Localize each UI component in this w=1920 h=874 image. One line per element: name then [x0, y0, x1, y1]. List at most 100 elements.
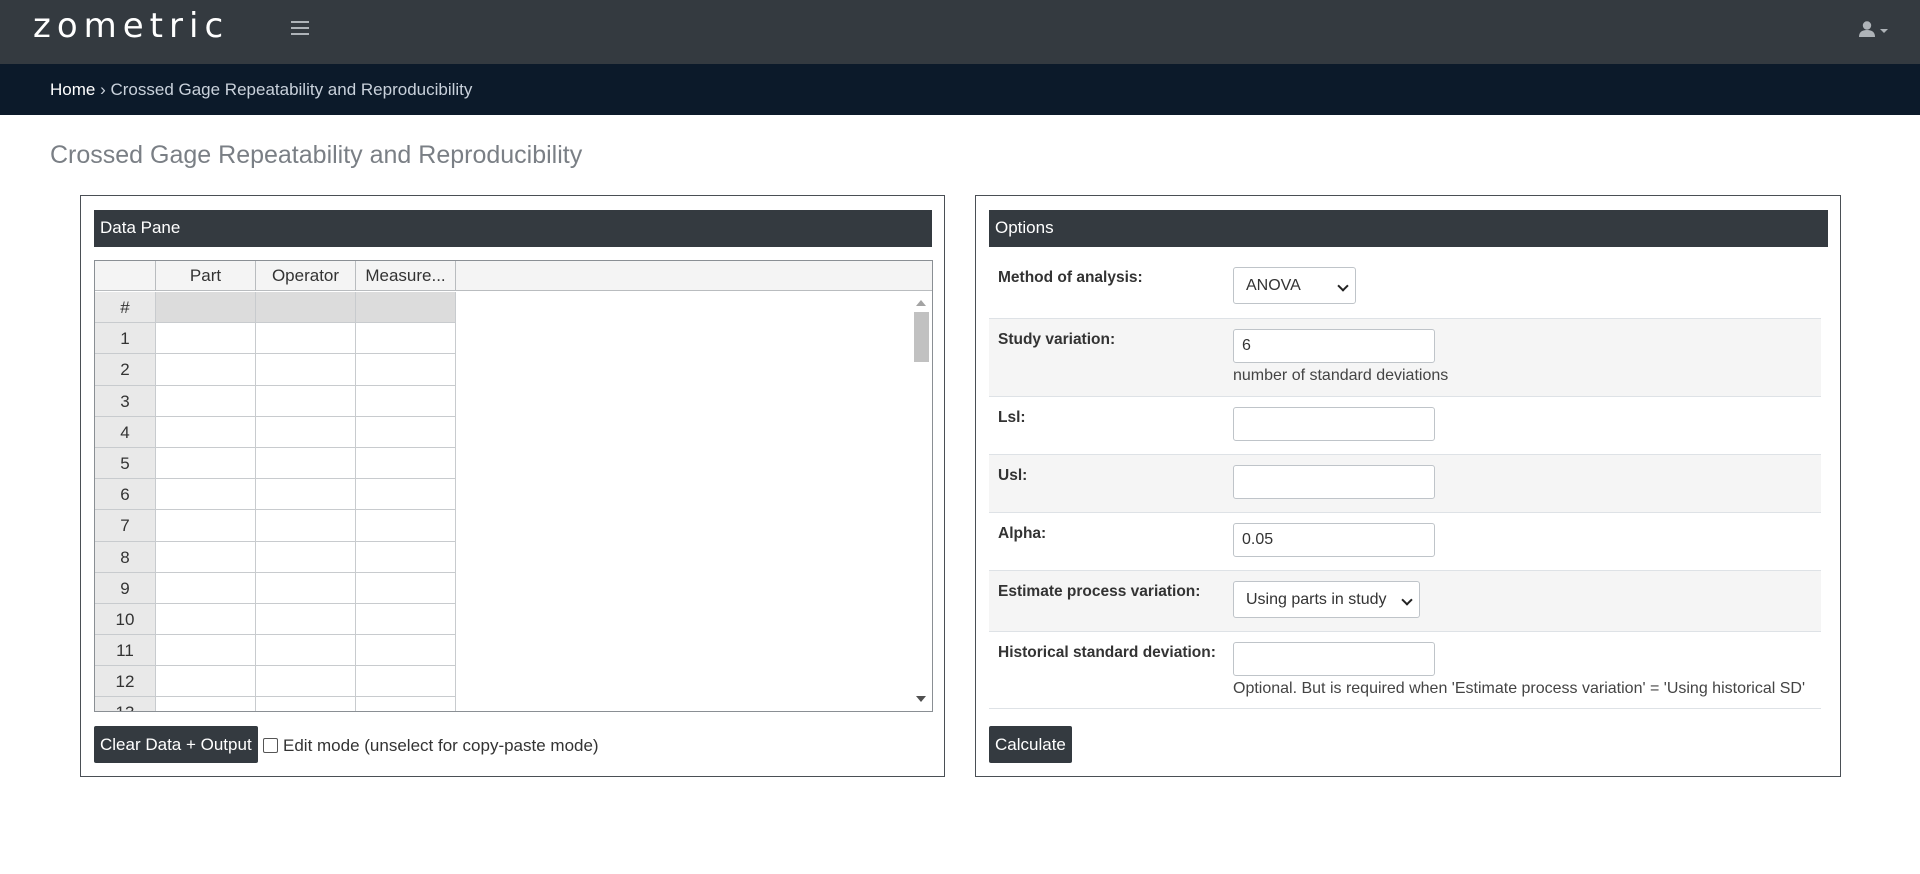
- study-variation-label: Study variation:: [998, 331, 1116, 348]
- option-lsl: Lsl:: [989, 396, 1821, 454]
- row-number[interactable]: 12: [95, 666, 156, 698]
- scroll-up-arrow-icon[interactable]: [916, 300, 926, 306]
- estimate-select[interactable]: Using parts in study: [1233, 581, 1420, 618]
- edit-mode-label: Edit mode (unselect for copy-paste mode): [283, 736, 599, 755]
- grid-cell[interactable]: [156, 697, 256, 711]
- grid-cell[interactable]: [256, 666, 356, 698]
- grid-cell[interactable]: [256, 354, 356, 386]
- grid-cell[interactable]: [356, 697, 456, 711]
- grid-cell[interactable]: [256, 416, 356, 448]
- grid-cell[interactable]: [356, 635, 456, 667]
- chevron-down-icon: [1401, 594, 1413, 606]
- grid-cell[interactable]: [156, 479, 256, 511]
- row-number[interactable]: 6: [95, 479, 156, 511]
- edit-mode-checkbox[interactable]: [263, 738, 278, 753]
- hamburger-menu-icon[interactable]: [291, 21, 309, 37]
- column-header-part[interactable]: Part: [156, 261, 256, 291]
- table-row: 10: [95, 603, 456, 636]
- grid-cell[interactable]: [256, 323, 356, 355]
- grid-cell[interactable]: [356, 416, 456, 448]
- grid-cell[interactable]: [356, 572, 456, 604]
- grid-cell[interactable]: [156, 666, 256, 698]
- row-number[interactable]: 7: [95, 510, 156, 542]
- scroll-thumb[interactable]: [914, 312, 929, 362]
- row-number[interactable]: 3: [95, 385, 156, 417]
- grid-cell[interactable]: [256, 447, 356, 480]
- row-number[interactable]: 13: [95, 697, 156, 711]
- grid-vertical-scrollbar[interactable]: [910, 292, 932, 711]
- grid-cell[interactable]: [156, 447, 256, 480]
- lsl-label: Lsl:: [998, 409, 1026, 426]
- grid-cell[interactable]: [356, 510, 456, 542]
- grid-cell[interactable]: [256, 541, 356, 573]
- row-number[interactable]: 9: [95, 572, 156, 604]
- calculate-button[interactable]: Calculate: [989, 726, 1072, 763]
- grid-cell[interactable]: [356, 479, 456, 511]
- table-row: 2: [95, 354, 456, 386]
- option-alpha: Alpha:: [989, 512, 1821, 570]
- grid-cell[interactable]: [256, 603, 356, 636]
- grid-cell[interactable]: [156, 541, 256, 573]
- chevron-down-icon: [1337, 280, 1349, 292]
- grid-rows: # 12345678910111213: [95, 292, 456, 711]
- grid-cell[interactable]: [356, 292, 456, 324]
- table-row: 4: [95, 416, 456, 448]
- table-row: 11: [95, 635, 456, 667]
- grid-corner[interactable]: [95, 261, 156, 291]
- top-navbar: zometric: [0, 0, 1920, 64]
- grid-cell[interactable]: [356, 666, 456, 698]
- grid-cell[interactable]: [156, 354, 256, 386]
- grid-cell[interactable]: [356, 323, 456, 355]
- table-row: 9: [95, 572, 456, 604]
- grid-cell[interactable]: [156, 572, 256, 604]
- row-number[interactable]: 10: [95, 603, 156, 636]
- estimate-select-value: Using parts in study: [1246, 591, 1387, 608]
- study-variation-input[interactable]: [1233, 329, 1435, 363]
- grid-cell[interactable]: [356, 447, 456, 480]
- usl-label: Usl:: [998, 467, 1028, 484]
- column-header-operator[interactable]: Operator: [256, 261, 356, 291]
- grid-cell[interactable]: [156, 635, 256, 667]
- alpha-label: Alpha:: [998, 525, 1047, 542]
- clear-data-button[interactable]: Clear Data + Output: [94, 726, 258, 763]
- grid-cell[interactable]: [156, 292, 256, 324]
- breadcrumb-home-link[interactable]: Home: [50, 80, 95, 99]
- alpha-input[interactable]: [1233, 523, 1435, 557]
- grid-cell[interactable]: [256, 572, 356, 604]
- grid-cell[interactable]: [356, 603, 456, 636]
- grid-cell[interactable]: [156, 510, 256, 542]
- row-number[interactable]: 1: [95, 323, 156, 355]
- user-icon: [1859, 21, 1888, 37]
- user-menu[interactable]: [1858, 20, 1892, 40]
- historical-input[interactable]: [1233, 642, 1435, 676]
- grid-cell[interactable]: [256, 510, 356, 542]
- row-number[interactable]: 5: [95, 447, 156, 480]
- estimate-label: Estimate process variation:: [998, 583, 1201, 600]
- logo[interactable]: zometric: [33, 6, 229, 46]
- grid-column-header-row: Part Operator Measure...: [95, 261, 932, 291]
- lsl-input[interactable]: [1233, 407, 1435, 441]
- grid-cell[interactable]: [156, 323, 256, 355]
- grid-cell[interactable]: [256, 292, 356, 324]
- grid-cell[interactable]: [356, 385, 456, 417]
- grid-cell[interactable]: [256, 385, 356, 417]
- edit-mode-toggle[interactable]: Edit mode (unselect for copy-paste mode): [263, 736, 599, 756]
- column-header-measurement[interactable]: Measure...: [356, 261, 456, 291]
- row-number[interactable]: 4: [95, 416, 156, 448]
- row-number[interactable]: 11: [95, 635, 156, 667]
- usl-input[interactable]: [1233, 465, 1435, 499]
- grid-cell[interactable]: [256, 635, 356, 667]
- scroll-down-arrow-icon[interactable]: [916, 696, 926, 702]
- grid-cell[interactable]: [156, 416, 256, 448]
- grid-cell[interactable]: [156, 603, 256, 636]
- method-select[interactable]: ANOVA: [1233, 267, 1356, 304]
- table-row: 3: [95, 385, 456, 417]
- grid-cell[interactable]: [356, 354, 456, 386]
- grid-cell[interactable]: [156, 385, 256, 417]
- grid-cell[interactable]: [356, 541, 456, 573]
- row-number[interactable]: 8: [95, 541, 156, 573]
- grid-cell[interactable]: [256, 697, 356, 711]
- grid-cell[interactable]: [256, 479, 356, 511]
- data-grid[interactable]: Part Operator Measure... # 1 2 3 4 5 6 7 8 9 10 11…: [94, 260, 933, 712]
- row-number[interactable]: 2: [95, 354, 156, 386]
